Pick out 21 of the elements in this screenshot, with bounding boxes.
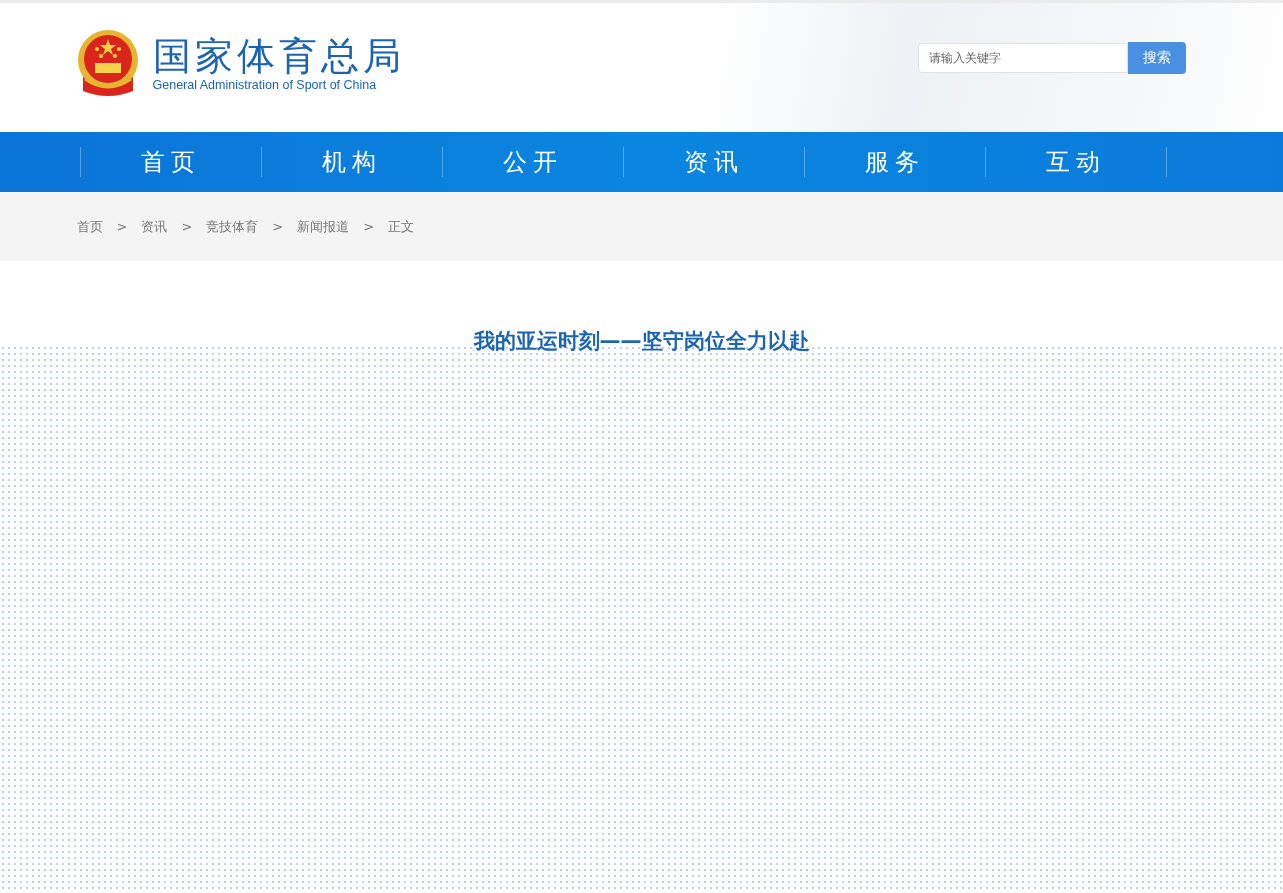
nav-link[interactable]: 机构	[260, 147, 442, 177]
site-title: 国家体育总局	[152, 33, 405, 78]
breadcrumb-link[interactable]: 新闻报道	[297, 217, 350, 236]
search-field[interactable]: 请输入关键字	[917, 43, 1128, 73]
nav-link[interactable]: 服务	[803, 147, 985, 177]
search-button[interactable]: 搜索	[1127, 42, 1186, 74]
breadcrumb-link[interactable]: 正文	[388, 217, 415, 236]
nav-link[interactable]: 首页	[79, 147, 261, 177]
breadcrumb-link[interactable]: 首页	[76, 217, 103, 236]
emblem-icon	[76, 28, 139, 97]
breadcrumb-link[interactable]: 资讯	[141, 217, 168, 236]
site-subtitle: General Administration of Sport of China	[152, 77, 378, 92]
breadcrumb-separator: >	[363, 219, 375, 234]
breadcrumb-separator: >	[272, 219, 284, 234]
breadcrumb-separator: >	[181, 219, 193, 234]
nav-link[interactable]: 资讯	[622, 147, 804, 177]
breadcrumb-separator: >	[116, 219, 128, 234]
nav-link[interactable]: 公开	[441, 147, 623, 177]
nav-link[interactable]: 互动	[984, 147, 1167, 177]
article-title: 我的亚运时刻——坚守岗位全力以赴	[472, 328, 811, 355]
breadcrumb-link[interactable]: 竞技体育	[206, 217, 259, 236]
